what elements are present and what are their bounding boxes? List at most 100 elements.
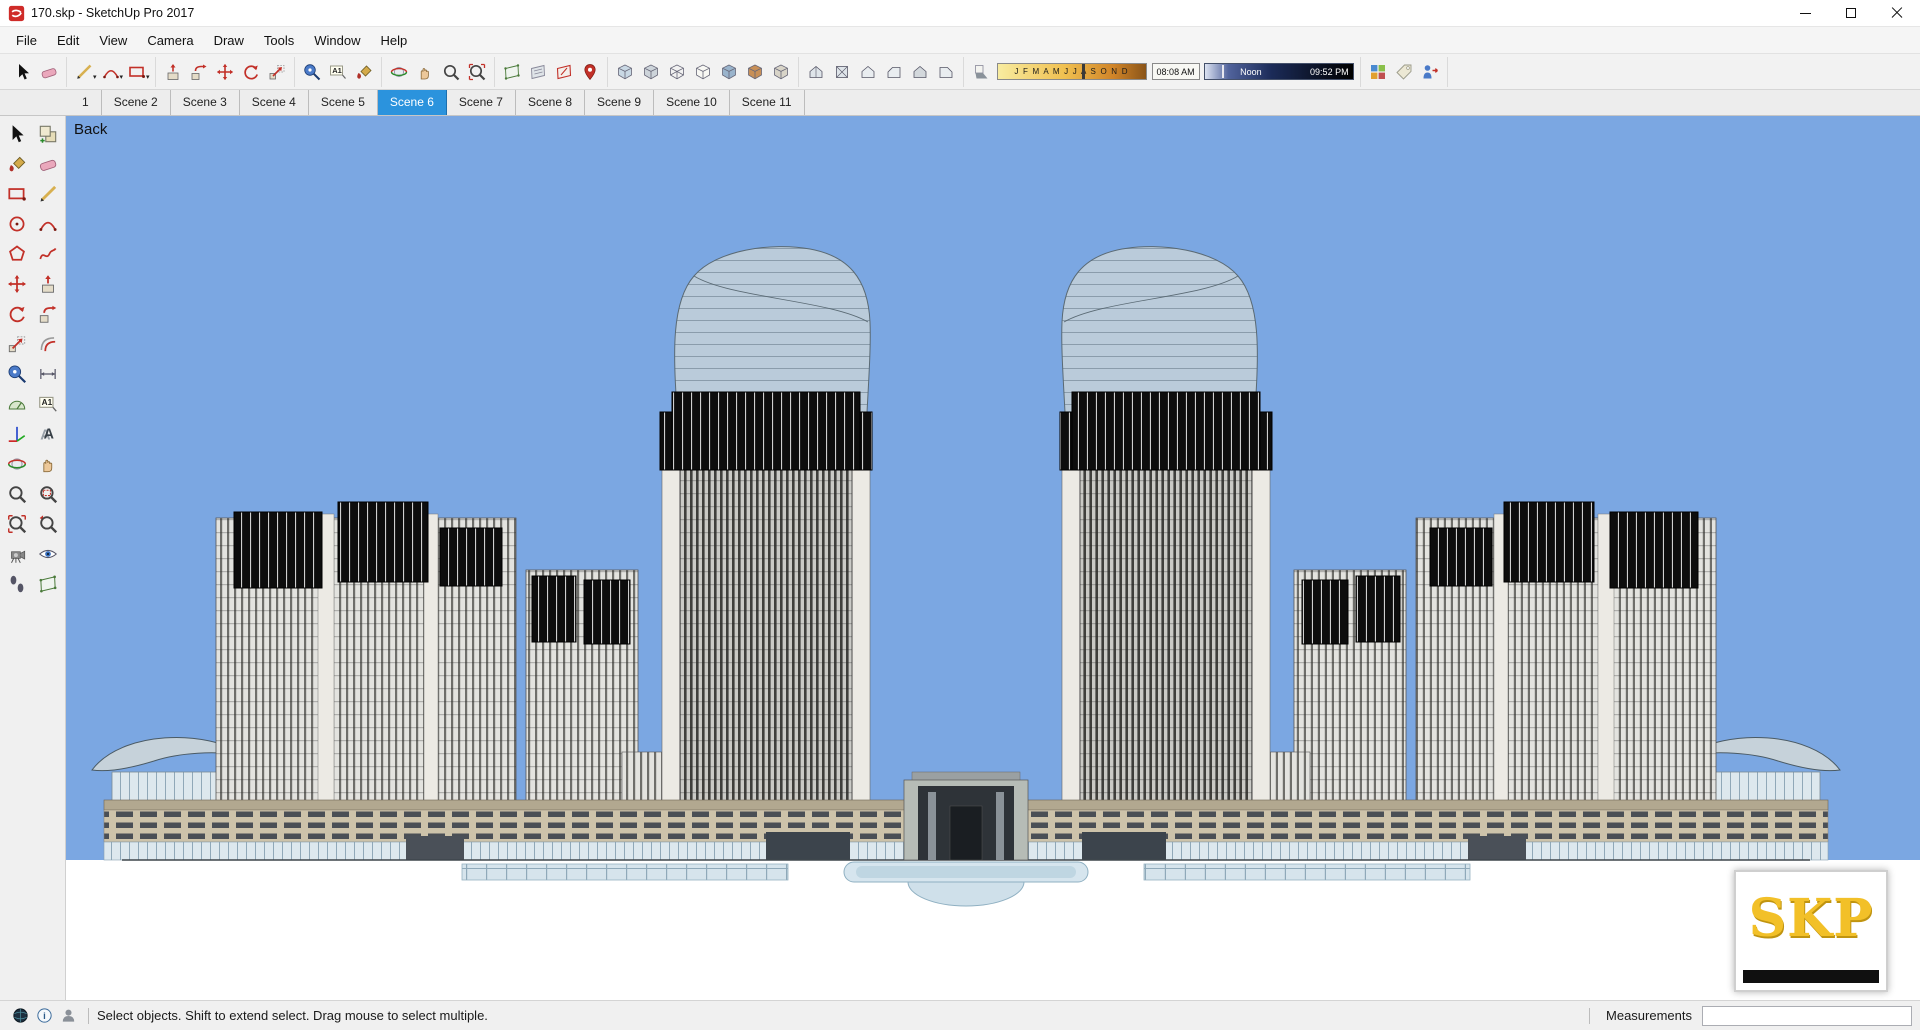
eraser-icon[interactable]	[36, 59, 62, 85]
scene-tab-scene-10[interactable]: Scene 10	[654, 90, 730, 115]
style-textured-icon[interactable]	[742, 59, 768, 85]
menu-tools[interactable]: Tools	[254, 27, 304, 54]
menu-help[interactable]: Help	[371, 27, 418, 54]
tape-measure-icon[interactable]	[299, 59, 325, 85]
style-shaded-icon[interactable]	[716, 59, 742, 85]
scene-tab-scene-8[interactable]: Scene 8	[515, 90, 586, 115]
scene-tab-scene-4[interactable]: Scene 4	[239, 90, 309, 115]
push-pull-icon[interactable]	[160, 59, 186, 85]
paint-bucket-icon[interactable]	[351, 59, 377, 85]
maximize-button[interactable]	[1828, 0, 1874, 26]
text-icon[interactable]: A1	[325, 59, 351, 85]
offset-icon[interactable]	[33, 329, 64, 359]
scene-tab-scene-5[interactable]: Scene 5	[308, 90, 378, 115]
scene-tab-scene-7[interactable]: Scene 7	[446, 90, 516, 115]
menu-edit[interactable]: Edit	[47, 27, 89, 54]
polygon-icon[interactable]	[2, 239, 33, 269]
section-plane-icon[interactable]	[33, 569, 64, 599]
geolocation-icon[interactable]	[8, 1004, 32, 1028]
scene-tab-1[interactable]: 1	[70, 90, 102, 115]
pan-icon[interactable]	[33, 449, 64, 479]
arc-icon[interactable]	[98, 59, 124, 85]
scene-tab-scene-2[interactable]: Scene 2	[101, 90, 171, 115]
scene-tab-scene-9[interactable]: Scene 9	[585, 90, 655, 115]
section-display-icon[interactable]	[525, 59, 551, 85]
view-left-icon[interactable]	[933, 59, 959, 85]
view-right-icon[interactable]	[881, 59, 907, 85]
rectangle-icon[interactable]	[2, 179, 33, 209]
zoom-icon[interactable]	[2, 479, 33, 509]
section-plane-icon[interactable]	[499, 59, 525, 85]
shadow-settings-icon[interactable]	[968, 59, 994, 85]
push-pull-icon[interactable]	[33, 269, 64, 299]
eraser-icon[interactable]	[33, 149, 64, 179]
scale-icon[interactable]	[2, 329, 33, 359]
scene-tab-scene-6[interactable]: Scene 6	[377, 90, 447, 115]
dimension-icon[interactable]	[33, 359, 64, 389]
zoom-extents-icon[interactable]	[464, 59, 490, 85]
zoom-extents-icon[interactable]	[2, 509, 33, 539]
text-icon[interactable]: A1	[33, 389, 64, 419]
tag-icon[interactable]	[1391, 59, 1417, 85]
line-dropdown-caret[interactable]: ▾	[93, 73, 97, 81]
position-camera-icon[interactable]	[2, 539, 33, 569]
rectangle-dropdown-caret[interactable]: ▾	[146, 73, 150, 81]
rotate-icon[interactable]	[238, 59, 264, 85]
section-cut-icon[interactable]	[551, 59, 577, 85]
zoom-icon[interactable]	[438, 59, 464, 85]
model-viewport[interactable]: Back SKP	[66, 116, 1920, 1000]
rectangle-icon[interactable]	[124, 59, 150, 85]
menu-view[interactable]: View	[89, 27, 137, 54]
move-icon[interactable]	[212, 59, 238, 85]
menu-file[interactable]: File	[6, 27, 47, 54]
credits-icon[interactable]: i	[32, 1004, 56, 1028]
sign-in-icon[interactable]	[56, 1004, 80, 1028]
scene-tab-scene-3[interactable]: Scene 3	[170, 90, 240, 115]
menu-draw[interactable]: Draw	[204, 27, 254, 54]
move-icon[interactable]	[2, 269, 33, 299]
view-front-icon[interactable]	[855, 59, 881, 85]
scale-icon[interactable]	[264, 59, 290, 85]
menu-camera[interactable]: Camera	[137, 27, 203, 54]
walk-icon[interactable]	[2, 569, 33, 599]
axes-icon[interactable]	[2, 419, 33, 449]
zoom-window-icon[interactable]	[33, 479, 64, 509]
follow-me-icon[interactable]	[33, 299, 64, 329]
minimize-button[interactable]	[1782, 0, 1828, 26]
orbit-icon[interactable]	[2, 449, 33, 479]
style-hiddenline-icon[interactable]	[690, 59, 716, 85]
line-icon[interactable]	[71, 59, 97, 85]
make-component-icon[interactable]	[33, 119, 64, 149]
view-top-icon[interactable]	[829, 59, 855, 85]
select-icon[interactable]	[2, 119, 33, 149]
view-back-icon[interactable]	[907, 59, 933, 85]
circle-icon[interactable]	[2, 209, 33, 239]
tape-measure-icon[interactable]	[2, 359, 33, 389]
import-model-icon[interactable]	[1417, 59, 1443, 85]
paint-bucket-icon[interactable]	[2, 149, 33, 179]
measurements-input[interactable]	[1702, 1005, 1912, 1026]
view-iso-icon[interactable]	[803, 59, 829, 85]
warehouse-icon[interactable]	[1365, 59, 1391, 85]
zoom-previous-icon[interactable]	[33, 509, 64, 539]
select-icon[interactable]	[10, 59, 36, 85]
follow-me-icon[interactable]	[186, 59, 212, 85]
orbit-icon[interactable]	[386, 59, 412, 85]
scene-tab-scene-11[interactable]: Scene 11	[729, 90, 805, 115]
shadow-month-slider[interactable]: J F M A M J J A S O N D	[996, 63, 1147, 80]
shadow-time-slider[interactable]: Noon 09:52 PM	[1203, 63, 1354, 80]
location-pin-icon[interactable]	[577, 59, 603, 85]
style-xray-icon[interactable]	[612, 59, 638, 85]
close-button[interactable]	[1874, 0, 1920, 26]
style-backedges-icon[interactable]	[638, 59, 664, 85]
rotate-icon[interactable]	[2, 299, 33, 329]
arc-icon[interactable]	[33, 209, 64, 239]
arc-dropdown-caret[interactable]: ▾	[120, 73, 124, 81]
pan-icon[interactable]	[412, 59, 438, 85]
menu-window[interactable]: Window	[304, 27, 370, 54]
protractor-icon[interactable]	[2, 389, 33, 419]
look-around-icon[interactable]	[33, 539, 64, 569]
style-monochrome-icon[interactable]	[768, 59, 794, 85]
3d-text-icon[interactable]: AA	[33, 419, 64, 449]
freehand-icon[interactable]	[33, 239, 64, 269]
